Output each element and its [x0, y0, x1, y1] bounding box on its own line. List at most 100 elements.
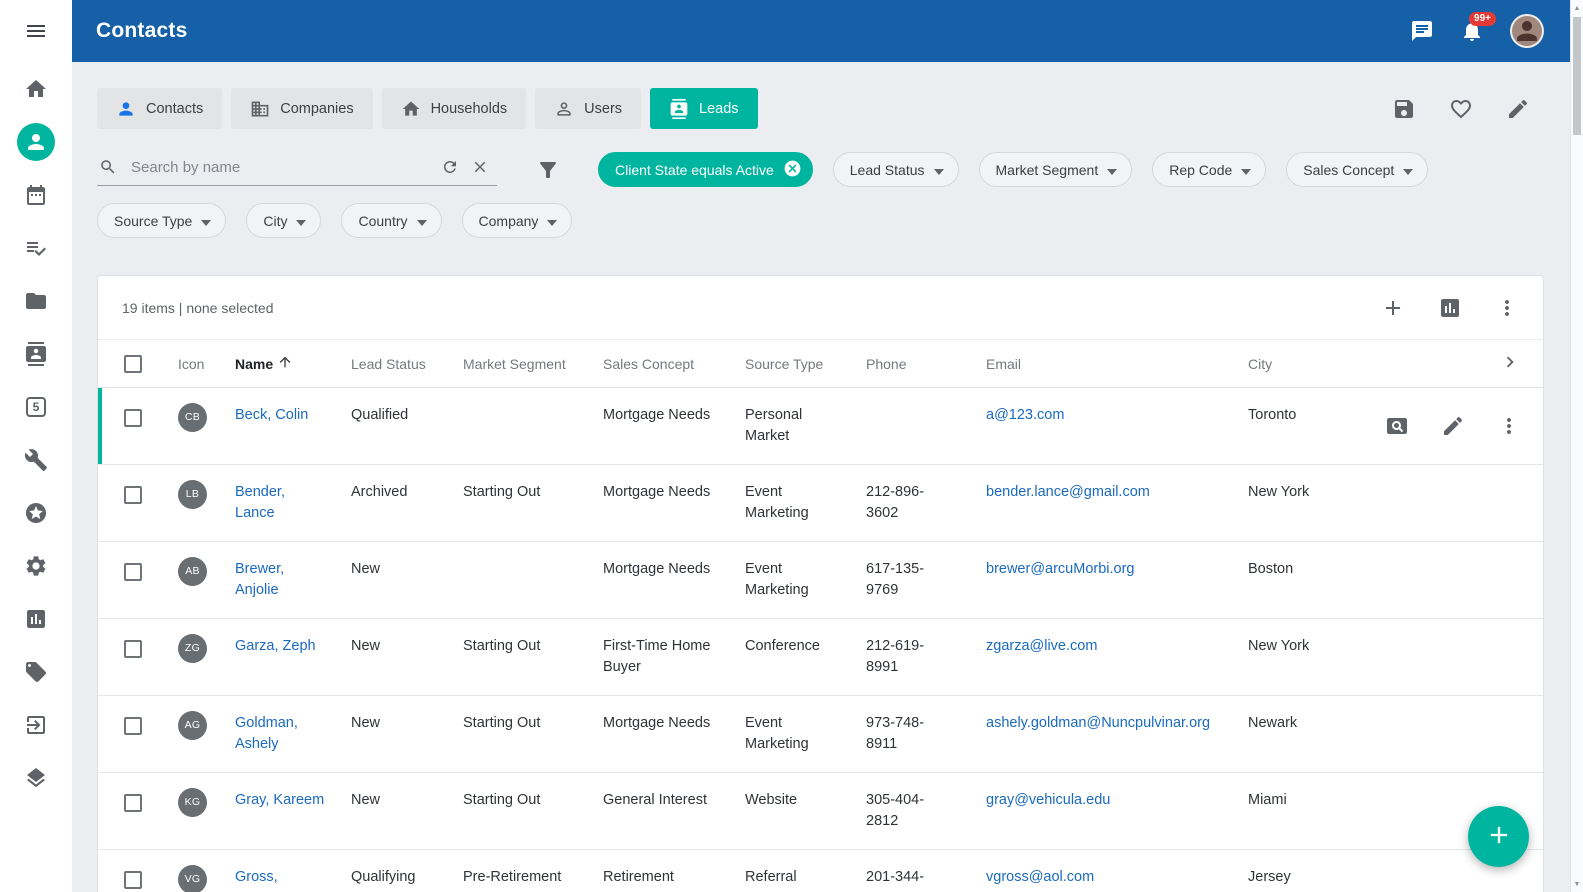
sidebar-item-tags[interactable]: [17, 653, 55, 691]
tab-leads[interactable]: Leads: [650, 88, 758, 129]
scroll-up-icon[interactable]: ▲: [1571, 0, 1583, 16]
tab-label: Contacts: [146, 101, 203, 117]
tab-households[interactable]: Households: [382, 88, 527, 129]
sales-concept-cell: Retirement: [603, 850, 745, 892]
email-link[interactable]: a@123.com: [986, 407, 1064, 423]
favorite-button[interactable]: [1449, 97, 1473, 121]
sidebar-item-home[interactable]: [17, 70, 55, 108]
reports-icon: [24, 607, 48, 631]
row-checkbox[interactable]: [124, 717, 142, 735]
city-cell: Newark: [1248, 696, 1363, 772]
scrollbar[interactable]: ▲ ▼: [1570, 0, 1583, 892]
refresh-button[interactable]: [441, 158, 459, 176]
chevron-right-icon[interactable]: [1499, 351, 1521, 376]
row-checkbox[interactable]: [124, 563, 142, 581]
contact-name-link[interactable]: Garza, Zeph: [235, 638, 316, 654]
row-checkbox[interactable]: [124, 486, 142, 504]
chart-view-button[interactable]: [1438, 296, 1462, 320]
preview-button[interactable]: [1385, 414, 1409, 438]
table-row[interactable]: LB Bender, Lance Archived Starting Out M…: [98, 465, 1543, 542]
more-options-button[interactable]: [1495, 296, 1519, 320]
chip-rep-code[interactable]: Rep Code: [1152, 152, 1266, 187]
table-row[interactable]: AB Brewer, Anjolie New Mortgage Needs Ev…: [98, 542, 1543, 619]
table-row[interactable]: KG Gray, Kareem New Starting Out General…: [98, 773, 1543, 850]
sidebar-item-menu[interactable]: [17, 12, 55, 50]
table-row[interactable]: ZG Garza, Zeph New Starting Out First-Ti…: [98, 619, 1543, 696]
row-avatar: CB: [178, 403, 207, 432]
column-header-name[interactable]: Name: [235, 340, 351, 387]
tab-companies[interactable]: Companies: [231, 88, 372, 129]
sidebar-item-tasks[interactable]: [17, 229, 55, 267]
add-column-button[interactable]: [1381, 296, 1405, 320]
sidebar-item-settings[interactable]: [17, 547, 55, 585]
table-row[interactable]: VG Gross, Qualifying Pre-Retirement Reti…: [98, 850, 1543, 892]
chat-button[interactable]: [1410, 19, 1434, 43]
email-link[interactable]: gray@vehicula.edu: [986, 792, 1110, 808]
column-header-market-segment[interactable]: Market Segment: [463, 340, 603, 387]
chip-city[interactable]: City: [246, 203, 321, 238]
sidebar-item-contacts[interactable]: [17, 123, 55, 161]
sidebar-item-calendar[interactable]: [17, 176, 55, 214]
row-checkbox[interactable]: [124, 794, 142, 812]
email-link[interactable]: bender.lance@gmail.com: [986, 484, 1150, 500]
scrollbar-thumb[interactable]: [1573, 17, 1581, 135]
contact-name-link[interactable]: Bender, Lance: [235, 484, 285, 521]
sidebar-item-number-5[interactable]: 5: [17, 388, 55, 426]
user-avatar[interactable]: [1510, 14, 1544, 48]
edit-view-button[interactable]: [1506, 97, 1530, 121]
email-link[interactable]: brewer@arcuMorbi.org: [986, 561, 1135, 577]
notifications-button[interactable]: 99+: [1460, 19, 1484, 43]
filter-button[interactable]: [536, 158, 560, 182]
column-header-icon[interactable]: Icon: [178, 340, 235, 387]
sidebar-item-folder[interactable]: [17, 282, 55, 320]
clear-search-button[interactable]: [471, 158, 489, 176]
tab-contacts[interactable]: Contacts: [97, 88, 222, 129]
contact-name-link[interactable]: Beck, Colin: [235, 407, 308, 423]
menu-icon: [24, 19, 48, 43]
chip-company[interactable]: Company: [462, 203, 573, 238]
save-view-button[interactable]: [1392, 97, 1416, 121]
contact-name-link[interactable]: Goldman, Ashely: [235, 715, 298, 752]
column-header-city[interactable]: City: [1248, 340, 1363, 387]
row-checkbox[interactable]: [124, 871, 142, 889]
scroll-down-icon[interactable]: ▼: [1571, 876, 1583, 892]
add-contact-fab[interactable]: [1468, 806, 1529, 867]
remove-filter-icon[interactable]: [783, 159, 802, 181]
select-all-checkbox[interactable]: [124, 355, 142, 373]
sidebar-item-tools[interactable]: [17, 441, 55, 479]
sidebar-item-address-book[interactable]: [17, 335, 55, 373]
search-icon: [99, 158, 117, 176]
row-checkbox[interactable]: [124, 409, 142, 427]
table-row[interactable]: AG Goldman, Ashely New Starting Out Mort…: [98, 696, 1543, 773]
column-header-source-type[interactable]: Source Type: [745, 340, 866, 387]
sidebar-item-reports[interactable]: [17, 600, 55, 638]
contact-name-link[interactable]: Brewer, Anjolie: [235, 561, 284, 598]
row-menu-button[interactable]: [1497, 414, 1521, 438]
column-header-sales-concept[interactable]: Sales Concept: [603, 340, 745, 387]
row-checkbox[interactable]: [124, 640, 142, 658]
chip-source-type[interactable]: Source Type: [97, 203, 226, 238]
email-link[interactable]: vgross@aol.com: [986, 869, 1094, 885]
sidebar-item-layers[interactable]: [17, 759, 55, 797]
table-row[interactable]: CB Beck, Colin Qualified Mortgage Needs …: [98, 388, 1543, 465]
contact-name-link[interactable]: Gross,: [235, 869, 278, 885]
contact-name-link[interactable]: Gray, Kareem: [235, 792, 324, 808]
column-header-lead-status[interactable]: Lead Status: [351, 340, 463, 387]
chip-market-segment[interactable]: Market Segment: [979, 152, 1133, 187]
chip-client-state[interactable]: Client State equals Active: [598, 152, 813, 187]
sidebar-item-favorites[interactable]: [17, 494, 55, 532]
chip-sales-concept[interactable]: Sales Concept: [1286, 152, 1428, 187]
column-header-phone[interactable]: Phone: [866, 340, 986, 387]
chip-lead-status[interactable]: Lead Status: [833, 152, 959, 187]
tab-users[interactable]: Users: [535, 88, 641, 129]
refresh-icon: [441, 158, 459, 176]
source-type-cell: Referral: [745, 850, 866, 892]
chip-country[interactable]: Country: [341, 203, 441, 238]
calendar-icon: [24, 183, 48, 207]
email-link[interactable]: zgarza@live.com: [986, 638, 1097, 654]
edit-row-button[interactable]: [1441, 414, 1465, 438]
email-link[interactable]: ashely.goldman@Nuncpulvinar.org: [986, 715, 1210, 731]
sidebar-item-import[interactable]: [17, 706, 55, 744]
column-header-email[interactable]: Email: [986, 340, 1248, 387]
search-input[interactable]: [129, 158, 429, 177]
